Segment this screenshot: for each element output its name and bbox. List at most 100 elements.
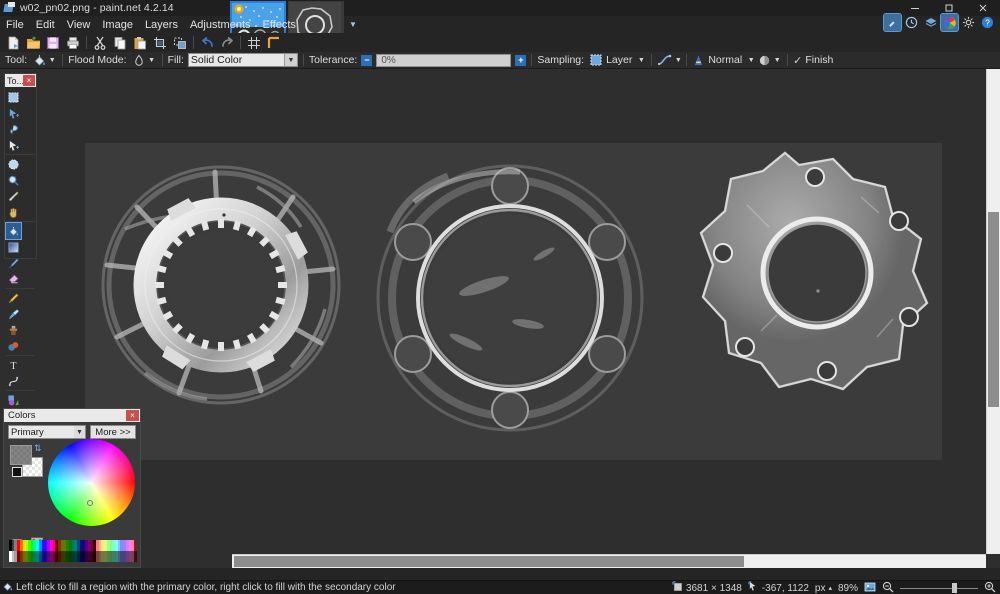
blend-mode-icon[interactable] <box>690 53 706 68</box>
paintbrush-tool[interactable] <box>6 255 21 271</box>
gradient-tool[interactable] <box>6 239 21 255</box>
vertical-scrollbar-thumb[interactable] <box>988 212 999 407</box>
line-curve-tool[interactable] <box>6 373 21 389</box>
zoom-to-fit-icon[interactable] <box>864 581 876 594</box>
units-caret-icon[interactable]: ▴ <box>828 584 832 592</box>
tools-panel-caption[interactable]: To... × <box>5 74 36 87</box>
pixel-grid-icon[interactable] <box>244 34 264 52</box>
status-right: 3681 × 1348 -367, 1122 px ▴ 89% <box>672 581 996 594</box>
status-hint-text: Left click to fill a region with the pri… <box>16 582 396 593</box>
more-button[interactable]: More >> <box>90 425 136 439</box>
fill-value: Solid Color <box>190 54 243 66</box>
canvas-image[interactable] <box>85 143 942 460</box>
copy-icon[interactable] <box>110 34 130 52</box>
crop-to-selection-icon[interactable] <box>150 34 170 52</box>
redo-icon[interactable] <box>217 34 237 52</box>
cut-icon[interactable] <box>90 34 110 52</box>
move-selected-tool[interactable] <box>6 105 21 121</box>
flood-local-icon[interactable] <box>131 53 147 68</box>
menu-effects[interactable]: Effects <box>257 17 302 33</box>
text-tool[interactable]: T <box>6 357 21 373</box>
layer-icon[interactable] <box>588 53 604 68</box>
tolerance-increase-button[interactable]: + <box>515 54 527 66</box>
tolerance-decrease-button[interactable]: − <box>361 54 373 66</box>
blend-mode-caret[interactable]: ▼ <box>746 53 756 67</box>
color-wheel-cursor[interactable] <box>87 500 93 506</box>
move-selection-tool[interactable] <box>6 137 21 153</box>
palette-swatch[interactable] <box>134 551 137 562</box>
sampling-value: Layer <box>606 54 633 66</box>
zoom-slider[interactable] <box>900 583 978 593</box>
units-selector[interactable]: px ▴ <box>815 583 832 594</box>
color-wheel[interactable] <box>48 439 135 526</box>
paste-icon[interactable] <box>130 34 150 52</box>
paint-bucket-icon[interactable] <box>31 53 47 68</box>
units-value: px <box>814 582 826 594</box>
antialiasing-caret[interactable]: ▼ <box>673 53 683 67</box>
close-icon[interactable]: × <box>126 410 139 421</box>
menu-view[interactable]: View <box>61 17 97 33</box>
fill-combobox[interactable]: Solid Color ▼ <box>187 53 298 67</box>
history-window-icon[interactable] <box>903 14 920 31</box>
reset-colors-icon[interactable] <box>12 467 22 477</box>
alpha-blending-caret[interactable]: ▼ <box>772 53 782 67</box>
swap-colors-icon[interactable]: ⇅ <box>34 443 42 454</box>
canvas-area[interactable] <box>0 69 1000 568</box>
print-icon[interactable] <box>63 34 83 52</box>
ellipse-select-tool[interactable] <box>6 156 21 172</box>
flood-mode-caret[interactable]: ▼ <box>147 53 157 67</box>
colors-window-icon[interactable] <box>940 13 959 32</box>
blend-mode-value: Normal <box>708 54 743 66</box>
zoom-in-icon[interactable] <box>984 581 996 594</box>
colors-panel-caption[interactable]: Colors × <box>4 409 140 422</box>
horizontal-scrollbar[interactable] <box>232 554 986 568</box>
zoom-tool[interactable] <box>6 172 21 188</box>
help-icon[interactable]: ? <box>979 14 996 31</box>
sampling-caret[interactable]: ▼ <box>636 53 646 67</box>
pencil-tool[interactable] <box>6 290 21 306</box>
pan-tool[interactable] <box>6 204 21 220</box>
settings-icon[interactable] <box>960 14 977 31</box>
color-picker-tool[interactable] <box>6 306 21 322</box>
fill-label: Fill: <box>167 54 184 66</box>
primary-color-swatch[interactable] <box>10 445 32 465</box>
paint-bucket-tool[interactable] <box>5 222 22 240</box>
magic-wand-tool[interactable] <box>6 188 21 204</box>
vertical-scrollbar[interactable] <box>986 69 1000 554</box>
tools-window-icon[interactable] <box>883 13 902 32</box>
alpha-blending-icon[interactable] <box>756 53 772 68</box>
finish-button[interactable]: Finish <box>805 54 833 66</box>
menu-edit[interactable]: Edit <box>30 17 61 33</box>
eraser-tool[interactable] <box>6 271 21 287</box>
chevron-down-icon[interactable]: ▼ <box>74 426 85 438</box>
horizontal-scrollbar-thumb[interactable] <box>234 556 744 567</box>
shapes-tool[interactable] <box>6 392 21 408</box>
rulers-icon[interactable] <box>264 34 284 52</box>
menu-image[interactable]: Image <box>96 17 139 33</box>
antialiasing-icon[interactable] <box>657 53 673 68</box>
palette-swatch[interactable] <box>134 540 137 551</box>
undo-icon[interactable] <box>197 34 217 52</box>
recolor-tool[interactable] <box>6 338 21 354</box>
rectangle-select-tool[interactable] <box>6 89 21 105</box>
color-mode-combobox[interactable]: Primary ▼ <box>8 425 86 439</box>
zoom-level-value: 89% <box>837 582 858 594</box>
zoom-slider-knob[interactable] <box>952 583 957 593</box>
menu-layers[interactable]: Layers <box>139 17 184 33</box>
tool-dropdown-caret[interactable]: ▼ <box>47 53 57 67</box>
zoom-out-icon[interactable] <box>882 581 894 594</box>
chevron-down-icon[interactable]: ▼ <box>283 54 297 66</box>
paintnet-icon <box>3 2 16 14</box>
menu-file[interactable]: File <box>0 17 30 33</box>
lasso-select-tool[interactable] <box>6 121 21 137</box>
tolerance-input[interactable]: 0% <box>376 53 512 67</box>
open-icon[interactable] <box>23 34 43 52</box>
image-size-indicator: 3681 × 1348 <box>672 581 742 594</box>
clone-stamp-tool[interactable] <box>6 322 21 338</box>
deselect-all-icon[interactable] <box>170 34 190 52</box>
save-icon[interactable] <box>43 34 63 52</box>
menu-adjustments[interactable]: Adjustments <box>184 17 257 33</box>
new-icon[interactable] <box>3 34 23 52</box>
layers-window-icon[interactable] <box>922 14 939 31</box>
close-icon[interactable]: × <box>23 75 35 86</box>
